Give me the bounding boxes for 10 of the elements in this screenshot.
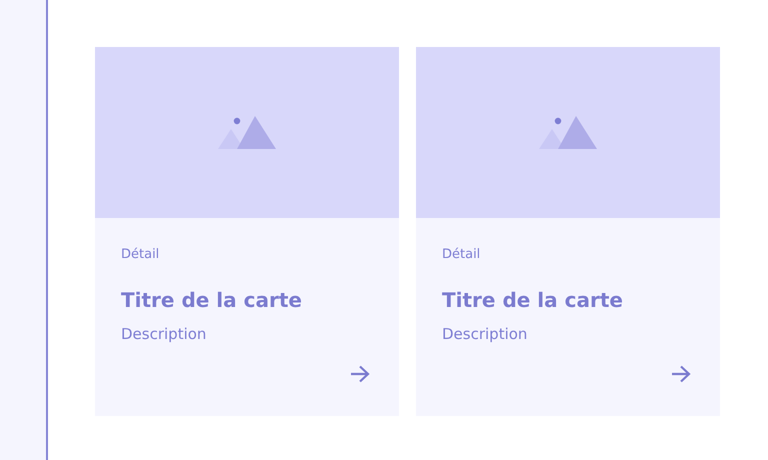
card-title: Titre de la carte [121, 288, 303, 312]
card-description: Description [442, 325, 528, 343]
image-icon [538, 116, 598, 150]
card-detail: Détail [121, 247, 160, 263]
arrow-icon[interactable] [350, 365, 370, 383]
image-icon [218, 116, 276, 150]
arrow-icon[interactable] [671, 365, 691, 383]
card-description: Description [121, 325, 208, 343]
card-detail: Détail [442, 247, 482, 263]
card-title: Titre de la carte [442, 288, 624, 312]
